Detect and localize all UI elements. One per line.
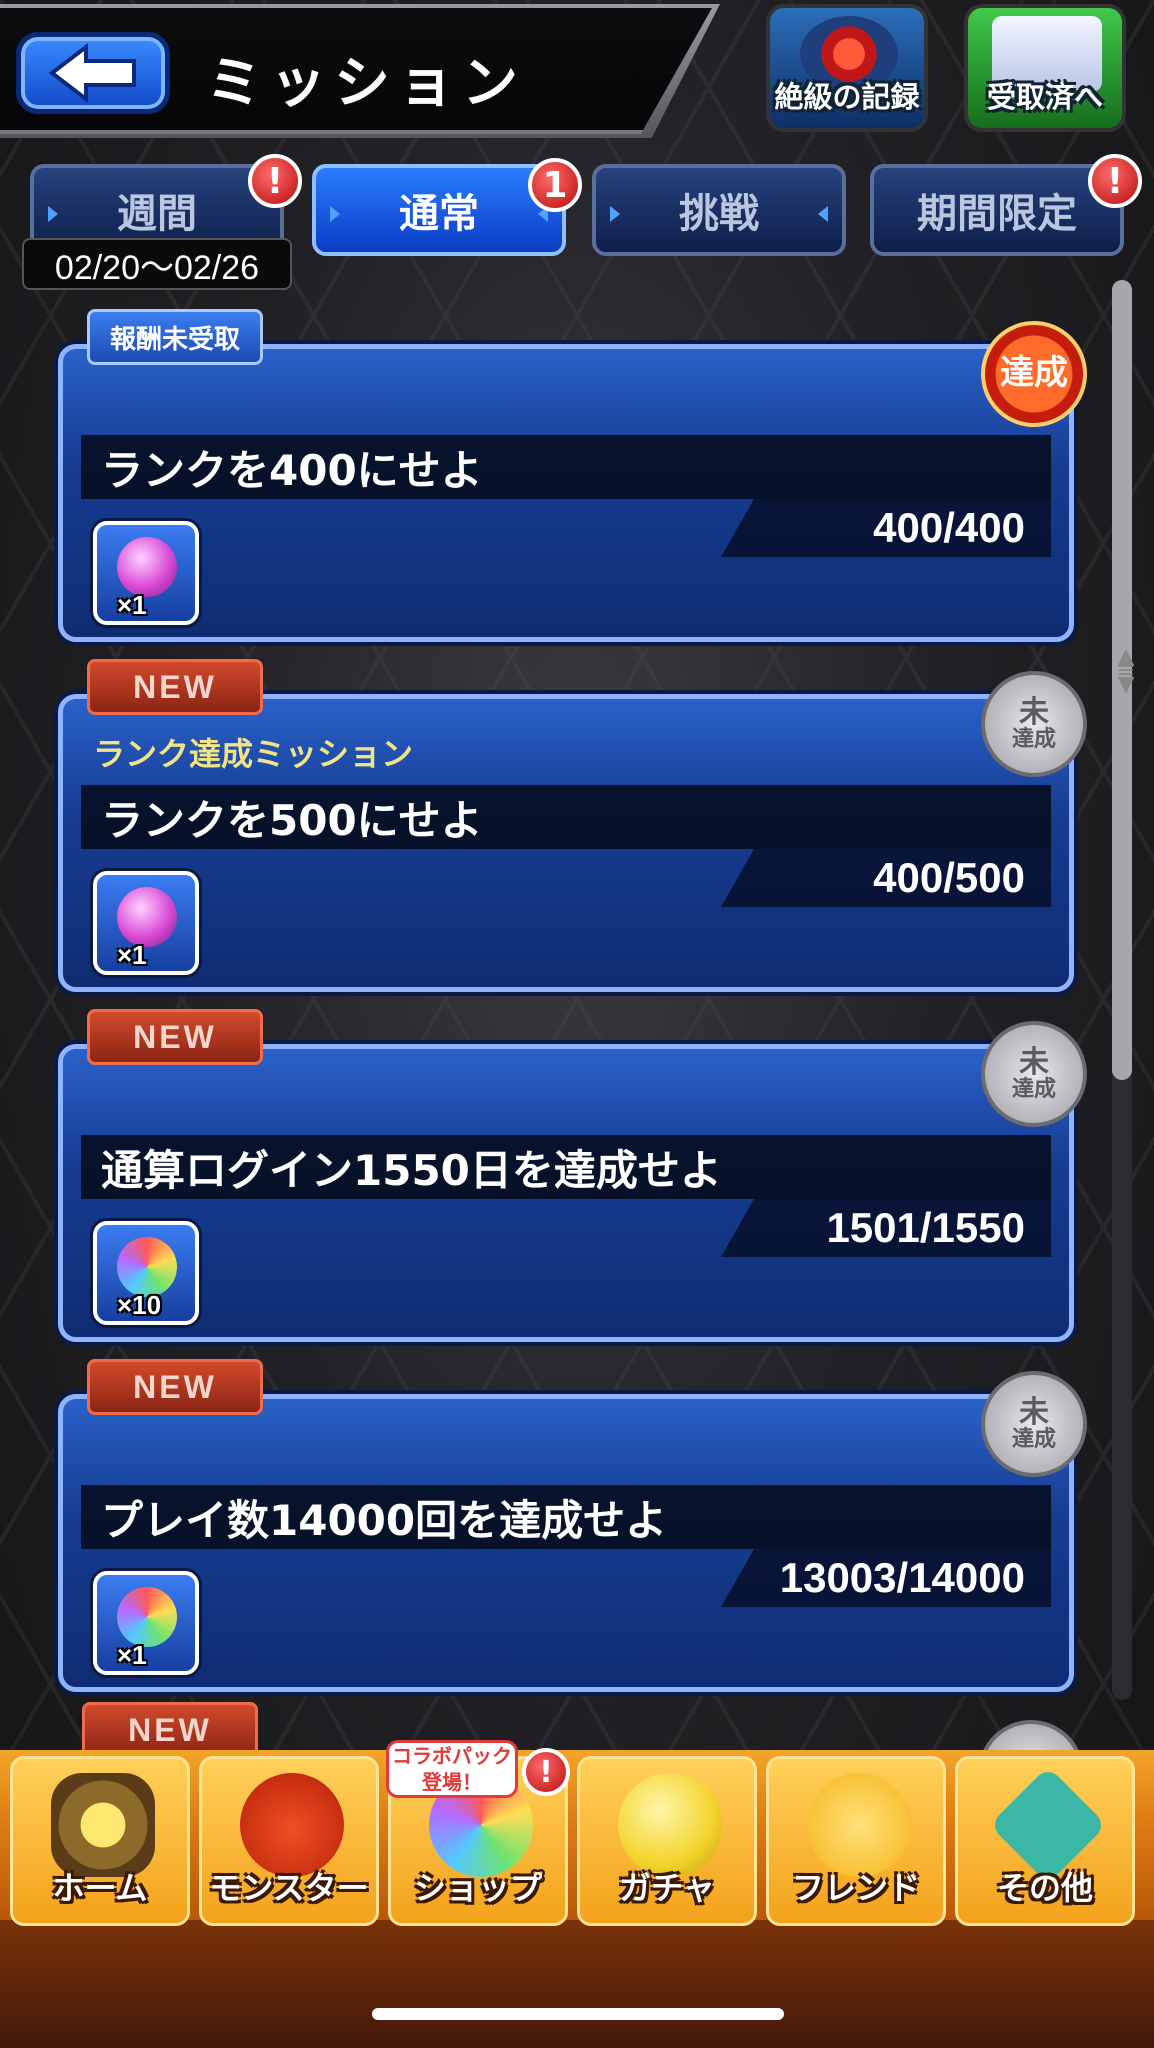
mission-card[interactable]: 報酬未受取 ランクを400にせよ 400/400 ×1 達成 — [58, 309, 1087, 642]
nav-label: その他 — [996, 1869, 1093, 1907]
tab-challenge[interactable]: 挑戦 — [592, 164, 846, 256]
rainbow-orb-icon — [117, 1587, 177, 1647]
nav-label: ガチャ — [619, 1869, 715, 1907]
scrollbar-track[interactable] — [1112, 280, 1132, 1700]
friend-balloon-icon — [807, 1773, 911, 1877]
not-achieved-stamp: 未 達成 — [981, 1021, 1087, 1127]
stamp-text-top: 未 — [1019, 1044, 1049, 1080]
nav-home[interactable]: ホーム — [10, 1756, 190, 1926]
not-achieved-stamp: 未 達成 — [981, 1371, 1087, 1477]
mission-progress: 13003/14000 — [721, 1549, 1051, 1607]
mission-title: ランクを500にせよ — [81, 785, 1051, 849]
page-title: ミッション — [206, 51, 526, 116]
nav-gacha[interactable]: ガチャ — [577, 1756, 757, 1926]
tab-weekly-alert-badge: ! — [248, 154, 302, 208]
tab-label: 週間 — [117, 191, 197, 237]
monster-icon — [240, 1773, 344, 1877]
reward-quantity: ×1 — [117, 1640, 147, 1670]
star-orb-icon — [117, 887, 177, 947]
mission-progress: 1501/1550 — [721, 1199, 1051, 1257]
reward-quantity: ×10 — [117, 1290, 162, 1320]
nav-friend[interactable]: フレンド — [766, 1756, 946, 1926]
nav-other[interactable]: その他 — [955, 1756, 1135, 1926]
record-button[interactable]: 絶級の記録 — [766, 4, 928, 132]
header: ミッション — [0, 0, 720, 138]
tab-limited[interactable]: 期間限定 — [870, 164, 1124, 256]
tab-arrow-right-icon — [818, 206, 828, 222]
stamp-text: 達成 — [1000, 353, 1068, 394]
nav-label: ホーム — [52, 1869, 148, 1907]
mission-progress: 400/500 — [721, 849, 1051, 907]
back-arrow-icon — [48, 43, 136, 103]
not-achieved-stamp: 未 達成 — [981, 671, 1087, 777]
unclaimed-tag: 報酬未受取 — [87, 309, 263, 365]
tab-label: 期間限定 — [917, 191, 1077, 237]
nav-label: ショップ — [413, 1869, 542, 1907]
tab-label: 通常 — [399, 191, 479, 237]
stamp-text-bottom: 達成 — [1011, 1427, 1056, 1453]
nav-label: フレンド — [791, 1869, 920, 1907]
received-button[interactable]: 受取済へ — [964, 4, 1126, 132]
back-button[interactable] — [16, 32, 170, 114]
mission-subtitle: ランク達成ミッション — [93, 735, 414, 773]
reward-item[interactable]: ×1 — [93, 1571, 199, 1675]
shop-alert-badge: ! — [522, 1748, 570, 1796]
tab-arrow-left-icon — [48, 206, 58, 222]
tab-limited-alert-badge: ! — [1088, 154, 1142, 208]
reward-item[interactable]: ×10 — [93, 1221, 199, 1325]
star-orb-icon — [117, 537, 177, 597]
nav-monster[interactable]: モンスター — [199, 1756, 379, 1926]
home-indicator[interactable] — [372, 2008, 784, 2020]
date-range: 02/20～02/26 — [22, 238, 292, 290]
achieved-stamp: 達成 — [981, 321, 1087, 427]
tab-arrow-left-icon — [610, 206, 620, 222]
new-tag: NEW — [87, 659, 263, 715]
mission-title: 通算ログイン1550日を達成せよ — [81, 1135, 1051, 1199]
stamp-text-top: 未 — [1019, 1394, 1049, 1430]
reward-item[interactable]: ×1 — [93, 871, 199, 975]
nav-label: モンスター — [209, 1869, 369, 1907]
reward-quantity: ×1 — [117, 940, 147, 970]
new-tag: NEW — [87, 1009, 263, 1065]
home-gate-icon — [51, 1773, 155, 1877]
tab-label: 挑戦 — [679, 191, 759, 237]
scroll-handle-icon[interactable]: ▲ ≡ ▼ — [1116, 646, 1136, 706]
mission-title: プレイ数14000回を達成せよ — [81, 1485, 1051, 1549]
bottom-nav-base — [0, 1920, 1154, 2048]
shop-collab-bubble: コラボパック 登場！ — [386, 1740, 518, 1798]
stamp-text-bottom: 達成 — [1011, 1077, 1056, 1103]
new-tag: NEW — [87, 1359, 263, 1415]
tab-arrow-left-icon — [330, 206, 340, 222]
stamp-text-top: 未 — [1019, 694, 1049, 730]
rainbow-orb-icon — [117, 1237, 177, 1297]
mission-card[interactable]: NEW プレイ数14000回を達成せよ 13003/14000 ×1 未 達成 — [58, 1359, 1087, 1692]
mission-card[interactable]: NEW ランク達成ミッション ランクを500にせよ 400/500 ×1 未 達… — [58, 659, 1087, 992]
mission-title: ランクを400にせよ — [81, 435, 1051, 499]
mission-progress: 400/400 — [721, 499, 1051, 557]
stamp-text-bottom: 達成 — [1011, 727, 1056, 753]
reward-item[interactable]: ×1 — [93, 521, 199, 625]
mission-card[interactable]: NEW 通算ログイン1550日を達成せよ 1501/1550 ×10 未 達成 — [58, 1009, 1087, 1342]
reward-quantity: ×1 — [117, 590, 147, 620]
gacha-egg-icon — [618, 1773, 722, 1877]
record-label: 絶級の記録 — [774, 80, 920, 114]
tab-normal-count-badge: 1 — [528, 158, 582, 212]
received-label: 受取済へ — [986, 80, 1103, 114]
